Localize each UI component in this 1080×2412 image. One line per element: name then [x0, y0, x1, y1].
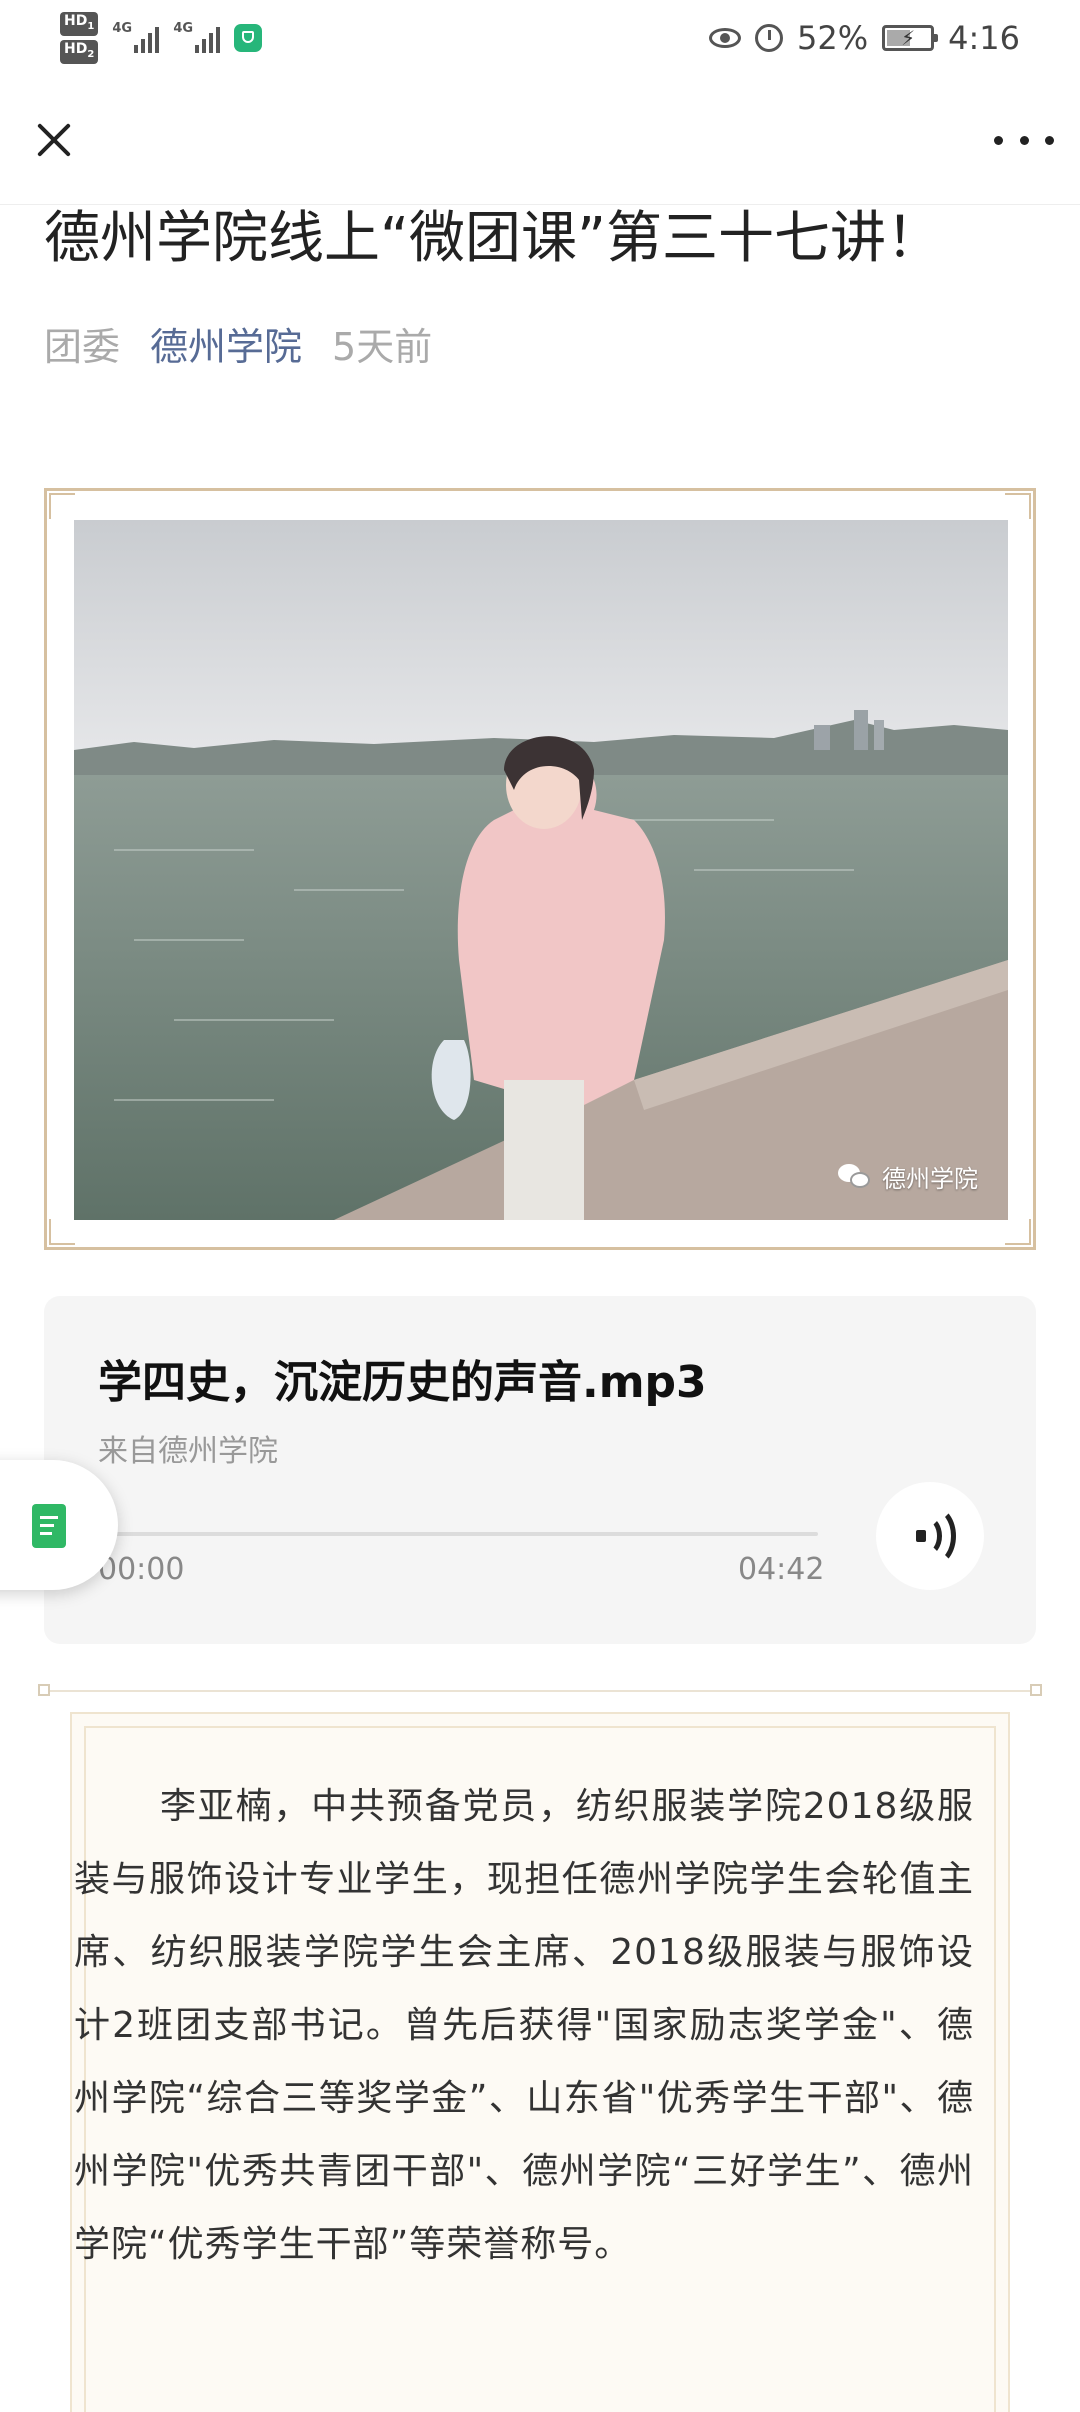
sound-wave-icon: [912, 1506, 956, 1566]
frame-corner-ornament: [38, 1684, 50, 1696]
close-icon[interactable]: [26, 112, 82, 168]
audio-player-card[interactable]: 学四史，沉淀历史的声音.mp3 来自德州学院 00:00 04:42: [44, 1296, 1036, 1644]
frame-corner-ornament: [49, 493, 75, 519]
photo-frame: 德州学院: [44, 488, 1036, 1250]
photo-illustration: [74, 520, 1008, 1220]
hd2-icon: HD2: [60, 40, 99, 64]
battery-icon: ⚡: [882, 25, 939, 51]
audio-current-time: 00:00: [98, 1552, 185, 1587]
hd-indicators: HD1 HD2: [60, 12, 99, 64]
watermark: 德州学院: [838, 1159, 978, 1194]
top-navigation-bar: [0, 76, 1080, 205]
network-type-label: 4G: [112, 21, 133, 36]
frame-corner-ornament: [1005, 493, 1031, 519]
body-paragraph: 李亚楠，中共预备党员，纺织服装学院2018级服装与服饰设计专业学生，现担任德州学…: [74, 1786, 974, 2265]
frame-corner-ornament: [49, 1219, 75, 1245]
status-bar: HD1 HD2 4G 4G 52% ⚡ 4:16: [0, 0, 1080, 76]
wechat-icon: [838, 1163, 874, 1190]
status-left: HD1 HD2 4G 4G: [60, 10, 263, 66]
audio-title: 学四史，沉淀历史的声音.mp3: [98, 1357, 707, 1408]
eye-icon: [709, 28, 742, 48]
charging-icon: ⚡: [901, 26, 916, 50]
frame-corner-ornament: [1030, 1684, 1042, 1696]
more-dots-icon[interactable]: [994, 120, 1054, 160]
signal2-icon: 4G: [173, 21, 221, 53]
signal1-icon: 4G: [112, 21, 160, 53]
frame-corner-ornament: [1005, 1219, 1031, 1245]
battery-percent: 52%: [797, 19, 869, 57]
hd1-icon: HD1: [60, 12, 99, 36]
clock: 4:16: [948, 19, 1020, 57]
article-meta: 团委 德州学院 5天前: [44, 316, 432, 371]
article-author: 团委: [44, 325, 121, 369]
audio-duration: 04:42: [738, 1552, 825, 1587]
audio-source: 来自德州学院: [98, 1434, 278, 1469]
network-type-label: 4G: [173, 21, 194, 36]
play-audio-button[interactable]: [876, 1482, 984, 1590]
publish-time: 5天前: [332, 325, 433, 369]
status-right: 52% ⚡ 4:16: [709, 12, 1020, 64]
account-name-link[interactable]: 德州学院: [150, 316, 302, 371]
article-title: 德州学院线上“微团课”第三十七讲！: [44, 206, 943, 271]
watermark-text: 德州学院: [882, 1165, 978, 1193]
shield-app-icon: [234, 24, 263, 52]
document-icon: [32, 1504, 66, 1548]
audio-progress-bar[interactable]: [98, 1532, 818, 1536]
alarm-icon: [755, 24, 784, 52]
article-photo[interactable]: 德州学院: [74, 520, 1008, 1220]
